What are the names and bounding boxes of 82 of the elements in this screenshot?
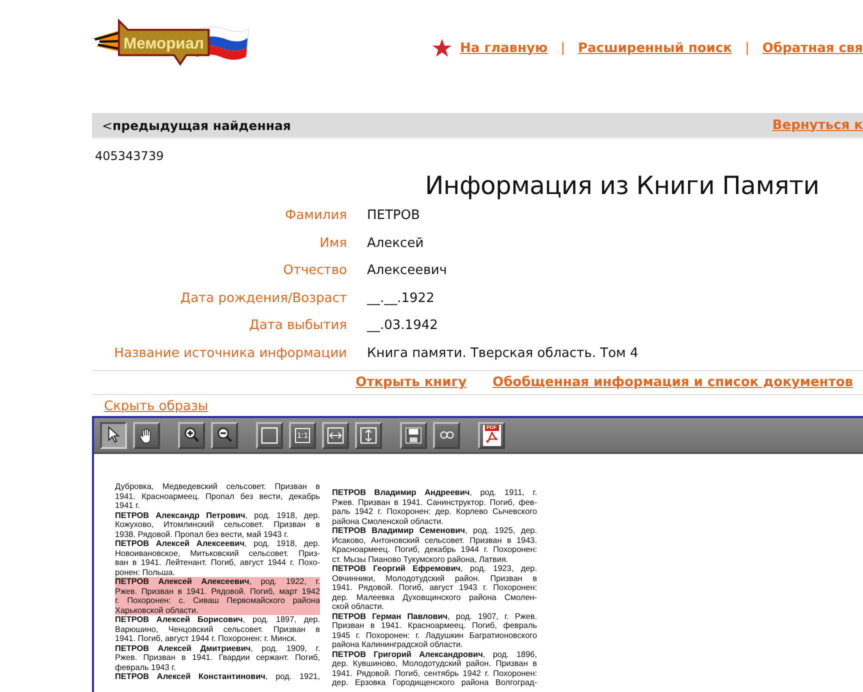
field-value: Алексей xyxy=(367,234,425,252)
star-icon xyxy=(432,38,452,58)
fit-page-tool-button[interactable] xyxy=(256,422,283,448)
hide-images-link[interactable]: Скрыть образы xyxy=(104,399,208,414)
book-text-line: Новоивановское, Митьковский сельсовет. Приз- xyxy=(115,548,320,558)
book-text-line: ПЕТРОВ Алексей Борисович, род. 1897, дер. xyxy=(115,615,320,624)
book-text-line: дер. Ерзовка Городищенского района Волгоград- xyxy=(332,678,537,688)
book-text-line: 1941. Рядовой. Погиб, сентябрь 1942 г. Похоронен: xyxy=(332,668,537,678)
book-text-line: Дубровка, Медведевский сельсовет. Призван в xyxy=(115,482,320,492)
fit-width-tool-button[interactable] xyxy=(322,422,349,448)
book-text-line: 1938. Рядовой. Пропал без вести, май 1943 г. xyxy=(115,530,290,539)
page-title: Информация из Книги Памяти xyxy=(425,171,820,200)
save-tool-button[interactable] xyxy=(400,422,427,448)
zoom-in-tool-button[interactable] xyxy=(178,422,205,448)
nav-link[interactable]: Расширенный поиск xyxy=(578,40,732,56)
book-text-line: ст. Мызы Пианово Тукумского района, Латвия. xyxy=(332,554,510,564)
back-link[interactable]: Вернуться к xyxy=(772,118,863,132)
book-text-line: района Смоленской области. xyxy=(332,516,444,526)
field-value: __.03.1942 xyxy=(367,317,439,335)
book-text-line: ской области. xyxy=(332,602,386,612)
field-value: __.__.1922 xyxy=(367,290,436,308)
book-text-line: дер. Малеевка Духовщинского района Смолен- xyxy=(332,592,537,602)
book-text-line: Призван в 1941. Красноармеец. Погиб, февраль xyxy=(332,621,537,630)
book-text-line: раль 1942 г. Похоронен: дер. Корлево Сычевского xyxy=(332,507,537,516)
memorial-logo[interactable]: Мемориал xyxy=(92,8,250,74)
field-value: Книга памяти. Тверская область. Том 4 xyxy=(367,344,640,362)
nav-separator: | xyxy=(744,40,750,56)
actual-size-tool-button[interactable]: 1:1 xyxy=(289,422,316,448)
pointer-icon xyxy=(106,426,120,444)
document-link[interactable]: Обобщенная информация и список документов xyxy=(492,375,853,390)
book-text-line: ПЕТРОВ Владимир Андреевич, род. 1911, г. xyxy=(332,488,537,498)
nav-link[interactable]: Обратная свя xyxy=(762,40,863,56)
field-label: Фамилия xyxy=(284,207,347,225)
previous-result-link[interactable]: <предыдущая найденная xyxy=(102,118,291,132)
fit-height-icon xyxy=(360,426,377,444)
book-text-line: 1945 г. Похоронен: г. Ладушкин Багратионовского xyxy=(332,630,537,640)
book-text-line: ПЕТРОВ Владимир Семенович, род. 1925, дер. xyxy=(332,526,537,536)
book-text-line: Кожухово, Итомлинский сельсовет. Призван в xyxy=(115,520,320,530)
book-text-line: 1941 г. xyxy=(115,501,141,510)
book-text-line: Красноармеец. Погиб, декабрь 1944 г. Похоронен: xyxy=(332,545,537,554)
book-text-line: февраль 1943 г. xyxy=(115,662,177,672)
fit-width-icon xyxy=(327,426,344,444)
book-text-line: 1941. Погиб, август 1944 г. Похоронен: г. Минск. xyxy=(115,634,298,644)
field-label: Название источника информации xyxy=(113,344,347,362)
zoom-out-tool-button[interactable] xyxy=(211,422,238,448)
nav-separator: | xyxy=(560,40,565,56)
link-icon xyxy=(440,431,454,439)
book-text-line: Овчинники, Молодотудский район. Призван в xyxy=(332,574,537,583)
book-text-line: Варюшино, Ченцовский сельсовет. Призван в xyxy=(115,624,320,634)
zoom-out-icon xyxy=(216,427,232,443)
page-frame-icon xyxy=(261,426,278,444)
book-text-line: Ржев. Призван в 1941. Санинструктор. Погиб, фев- xyxy=(332,498,537,507)
field-value: ПЕТРОВ xyxy=(367,207,421,225)
book-text-line: дер. Кувшиново, Молодотудский район. Призван в xyxy=(332,659,537,668)
select-tool-button[interactable] xyxy=(100,422,127,448)
fit-height-tool-button[interactable] xyxy=(355,422,382,448)
book-text-line: ПЕТРОВ Григорий Александрович, род. 1896, xyxy=(332,650,537,659)
book-text-line: Исаково, Антоновский сельсовет. Призван в 1943. xyxy=(332,536,537,545)
book-text-line: ван в 1941. Лейтенант. Погиб, август 1944 г. Похо- xyxy=(115,558,320,568)
book-text-line: ПЕТРОВ Герман Павлович, род. 1907, г. Ржев. xyxy=(332,612,537,621)
book-text-line: ПЕТРОВ Георгий Ефремович, род. 1923, дер. xyxy=(332,564,537,574)
field-label: Имя xyxy=(318,234,347,252)
field-value: Алексеевич xyxy=(367,262,448,280)
book-text-line: ПЕТРОВ Алексей Дмитриевич, род. 1909, г. xyxy=(115,644,320,653)
actual-size-label: 1:1 xyxy=(294,428,310,442)
document-link[interactable]: Открыть книгу xyxy=(356,375,467,390)
book-text-line: Ржев. Призван в 1941. Гвардии сержант. Погиб, xyxy=(115,653,320,662)
book-text-line: района Калининградской области. xyxy=(332,640,464,650)
book-text-line: ронен: Польша. xyxy=(115,568,176,577)
nav-link[interactable]: На главную xyxy=(460,40,548,56)
link-tool-button[interactable] xyxy=(433,422,460,448)
field-label: Дата выбытия xyxy=(248,317,347,335)
field-label: Отчество xyxy=(282,262,347,280)
book-text-line: 1941. Рядовой. Погиб, август 1943 г. Похоронен: xyxy=(332,583,537,592)
book-text-line: ПЕТРОВ Александр Петрович, род. 1918, дер. xyxy=(115,510,320,520)
record-id: 405343739 xyxy=(94,149,165,163)
zoom-in-icon xyxy=(184,427,200,443)
field-label: Дата рождения/Возраст xyxy=(179,290,347,308)
book-text-line: 1941. Красноармеец. Пропал без вести, декабрь xyxy=(115,492,320,501)
pan-tool-button[interactable] xyxy=(133,422,160,448)
book-text-line: ПЕТРОВ Алексей Алексеевич, род. 1918, дер. xyxy=(115,539,320,548)
book-text-line: ПЕТРОВ Алексей Константинович, род. 1921, xyxy=(115,672,320,682)
